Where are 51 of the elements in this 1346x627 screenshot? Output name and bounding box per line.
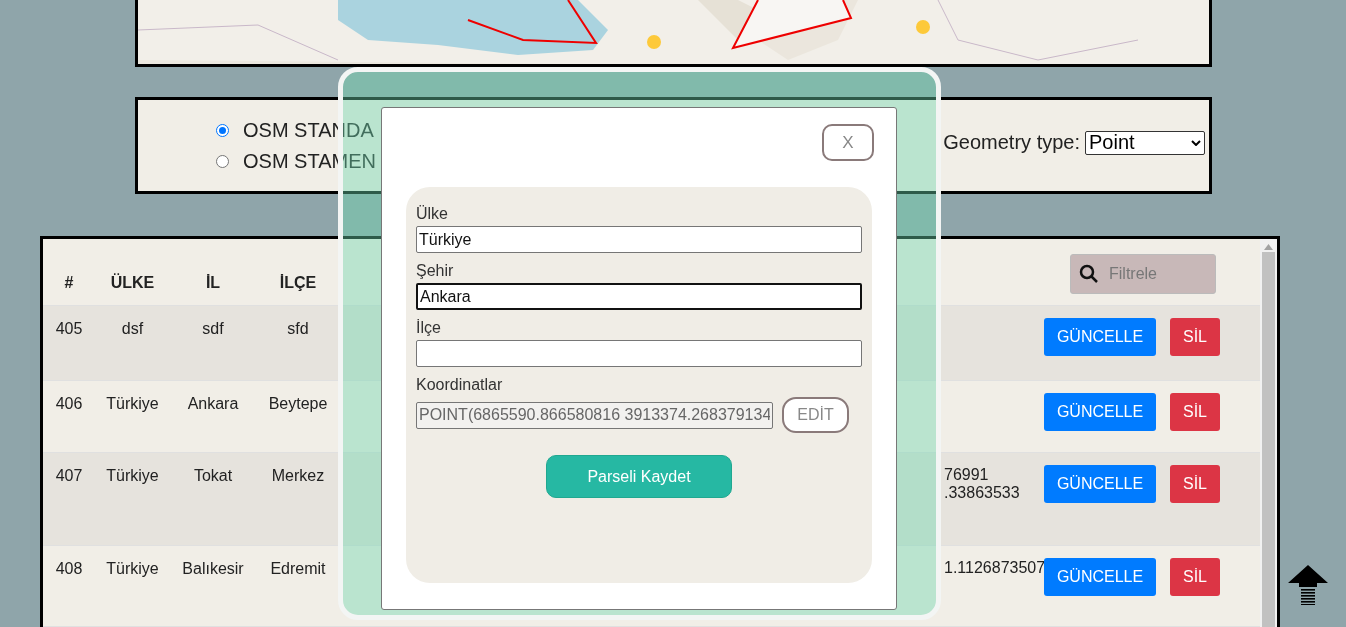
field-label: Şehir	[416, 262, 455, 280]
table-cell-text: Türkiye	[105, 466, 160, 485]
filter-field[interactable]: Filtrele	[1070, 254, 1216, 294]
table-cell-text: 405	[54, 319, 84, 338]
update-button[interactable]: GÜNCELLE	[1043, 558, 1157, 596]
table-cell-text: Balıkesir	[181, 559, 245, 578]
update-button[interactable]: GÜNCELLE	[1043, 318, 1157, 356]
radio-button[interactable]	[216, 154, 229, 168]
delete-button[interactable]: SİL	[1170, 393, 1220, 431]
table-cell-text: Merkez	[270, 466, 326, 485]
coordinate-text: 76991	[944, 466, 989, 484]
scroll-top-icon[interactable]	[1288, 565, 1328, 605]
geometry-select[interactable]: Point	[1085, 130, 1205, 155]
delete-button[interactable]: SİL	[1170, 318, 1220, 356]
table-cell-text: sdf	[201, 319, 225, 338]
table-cell-text: Tokat	[192, 466, 234, 485]
input-field[interactable]: Ankara	[416, 283, 862, 310]
update-button[interactable]: GÜNCELLE	[1043, 393, 1157, 431]
scroll-up-icon[interactable]	[1264, 244, 1273, 250]
table-cell-text: 406	[54, 394, 84, 413]
search-icon	[1079, 264, 1099, 284]
input-field[interactable]	[416, 340, 862, 367]
table-cell-text: dsf	[120, 319, 145, 338]
radio-button[interactable]	[216, 123, 229, 137]
column-header: İL	[204, 273, 222, 292]
field-label: Ülke	[416, 205, 449, 223]
column-header: ÜLKE	[109, 272, 156, 292]
geometry-label: Geometry type:	[943, 131, 1080, 155]
table-cell-text: 407	[54, 466, 84, 485]
input-field[interactable]: Türkiye	[416, 226, 862, 253]
coordinate-text: .33863533	[944, 484, 1020, 502]
delete-button[interactable]: SİL	[1170, 465, 1220, 503]
close-button[interactable]: X	[822, 124, 874, 161]
delete-button[interactable]: SİL	[1170, 558, 1220, 596]
update-button[interactable]: GÜNCELLE	[1043, 465, 1157, 503]
table-cell-text: Türkiye	[105, 394, 160, 413]
table-cell-text: 408	[54, 559, 84, 578]
table-cell-text: Ankara	[186, 394, 240, 413]
table-cell-text: Edremit	[269, 559, 327, 578]
coordinate-text: 1.1126873507	[944, 559, 1046, 577]
field-label: Koordinatlar	[416, 376, 504, 394]
column-header: İLÇE	[278, 273, 318, 292]
scrollbar[interactable]	[1260, 239, 1277, 627]
table-cell-text: sfd	[286, 319, 310, 338]
table-cell-text: Beytepe	[267, 394, 329, 413]
table-cell-text: Türkiye	[105, 559, 160, 578]
field-label: İlçe	[416, 319, 442, 337]
caret-icon	[1191, 139, 1201, 146]
layer-label: OSM STANDA	[243, 118, 374, 142]
save-button[interactable]: Parseli Kaydet	[546, 455, 732, 498]
column-header: #	[63, 273, 75, 292]
